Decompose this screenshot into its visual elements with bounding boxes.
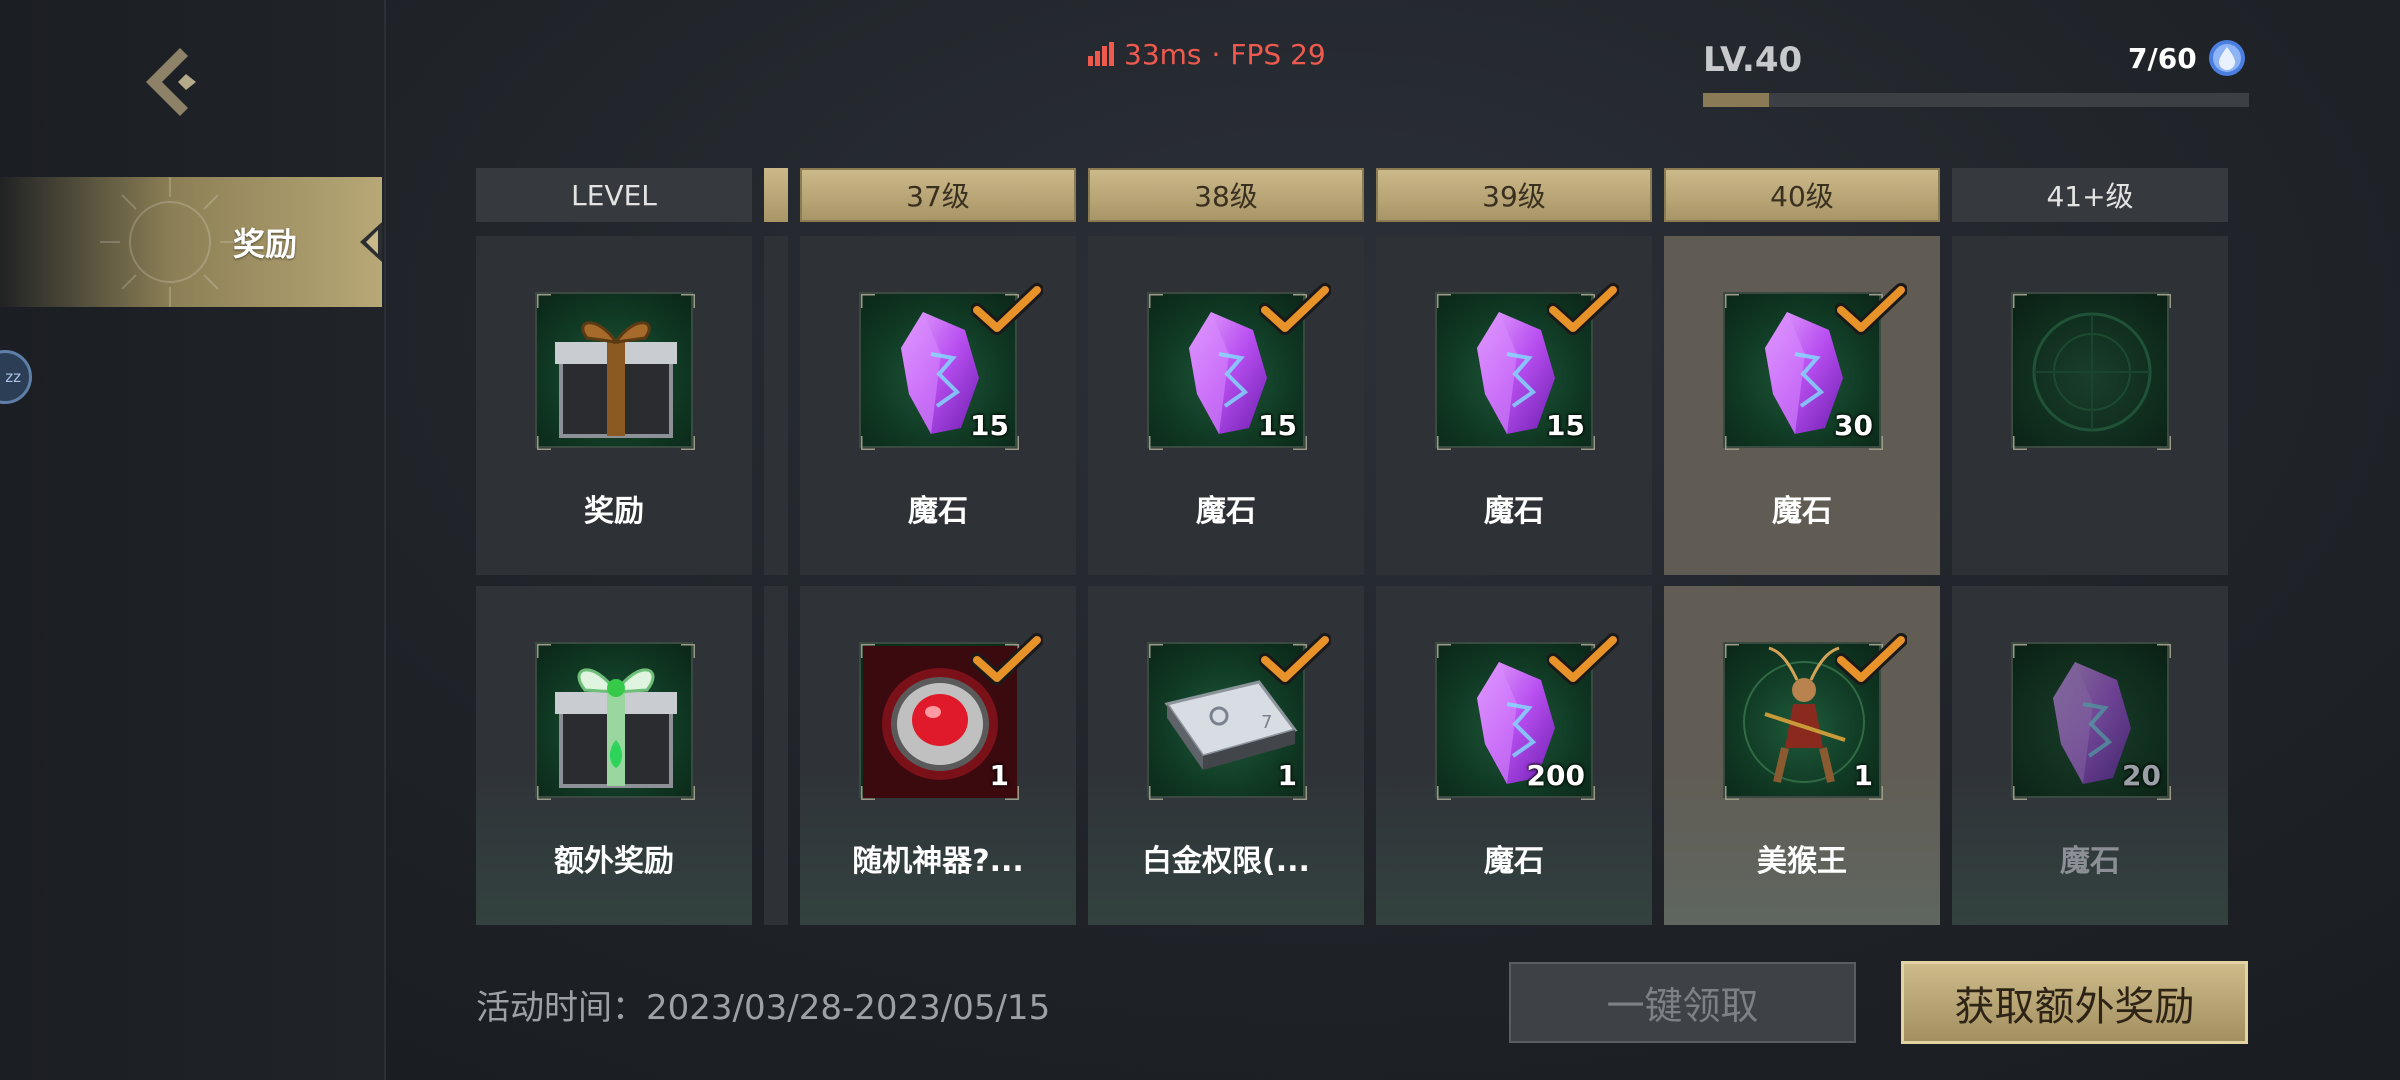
fps-text: FPS 29: [1230, 37, 1326, 71]
item-quantity: 200: [1526, 759, 1585, 792]
reward-icon-frame: 15: [1147, 283, 1331, 450]
reward-cell[interactable]: 20 魔石: [1952, 586, 2228, 925]
xp-progress-fill: [1703, 93, 1769, 107]
row-icon-frame: [535, 292, 695, 450]
header-separator: [764, 168, 788, 222]
player-level: LV.40: [1703, 40, 1803, 80]
claimed-check-icon: [971, 632, 1043, 688]
item-quantity: 15: [1258, 409, 1297, 442]
reward-cell[interactable]: 1 随机神器?...: [800, 586, 1076, 925]
back-button[interactable]: [140, 44, 220, 120]
reward-icon-frame: 15: [859, 283, 1043, 450]
item-quantity: 20: [2122, 759, 2161, 792]
item-name: 随机神器?...: [852, 844, 1024, 879]
ping-text: 33ms: [1124, 37, 1202, 71]
item-quantity: 15: [970, 409, 1009, 442]
column-header-level-5: 41+级: [1952, 168, 2228, 222]
blue-drop-icon: [2208, 40, 2245, 76]
row-label-cell: 额外奖励: [476, 586, 752, 925]
item-name: 魔石: [1772, 494, 1832, 529]
get-extra-rewards-button[interactable]: 获取额外奖励: [1901, 961, 2248, 1044]
reward-cell[interactable]: [1952, 236, 2228, 575]
item-quantity: 1: [1853, 759, 1873, 792]
reward-icon-frame: 1: [859, 633, 1043, 800]
row-separator: [764, 586, 788, 925]
back-arrow-icon: [146, 48, 196, 116]
reward-icon-frame: 200: [1435, 633, 1619, 800]
item-name: 魔石: [2060, 844, 2120, 879]
reward-icon-frame: 1: [1723, 633, 1907, 800]
signal-bars-icon: [1088, 42, 1114, 66]
claimed-check-icon: [1835, 282, 1907, 338]
reward-cell[interactable]: 1 美猴王: [1664, 586, 1940, 925]
reward-table: LEVEL 37级 38级 39级 40级 41+级 奖励 15 魔石 15 魔石 15 魔石 30 魔石额…: [476, 168, 2228, 925]
column-header-level-2: 38级: [1088, 168, 1364, 222]
column-header-level-1: 37级: [800, 168, 1076, 222]
row-label-cell: 奖励: [476, 236, 752, 575]
row-separator: [764, 236, 788, 575]
item-name: 魔石: [908, 494, 968, 529]
tab-pointer-icon: [360, 222, 382, 262]
network-status: 33ms · FPS 29: [1088, 36, 1326, 72]
floating-avatar[interactable]: zz: [0, 350, 32, 404]
gem-count: 7/60: [2128, 41, 2197, 75]
reward-icon-frame: 71: [1147, 633, 1331, 800]
claim-all-button[interactable]: 一键领取: [1509, 962, 1856, 1043]
item-name: 白金权限(...: [1142, 844, 1310, 879]
claimed-check-icon: [971, 282, 1043, 338]
reward-cell[interactable]: 15 魔石: [800, 236, 1076, 575]
reward-icon-frame: [2011, 292, 2171, 450]
item-quantity: 1: [989, 759, 1009, 792]
reward-cell[interactable]: 15 魔石: [1376, 236, 1652, 575]
row-icon-frame: [535, 642, 695, 800]
gem-counter: 7/60: [2128, 38, 2247, 78]
claimed-check-icon: [1547, 282, 1619, 338]
claimed-check-icon: [1259, 282, 1331, 338]
item-quantity: 1: [1277, 759, 1297, 792]
xp-progress-bar: [1703, 93, 2249, 107]
row-label: 额外奖励: [554, 844, 674, 879]
item-name: 美猴王: [1757, 844, 1847, 879]
avatar-text: zz: [5, 368, 21, 386]
reward-cell[interactable]: 30 魔石: [1664, 236, 1940, 575]
item-quantity: 30: [1834, 409, 1873, 442]
reward-cell[interactable]: 15 魔石: [1088, 236, 1364, 575]
reward-cell[interactable]: 200 魔石: [1376, 586, 1652, 925]
claimed-check-icon: [1835, 632, 1907, 688]
reward-icon-frame: 15: [1435, 283, 1619, 450]
reward-icon-frame: 30: [1723, 283, 1907, 450]
column-header-level-4: 40级: [1664, 168, 1940, 222]
item-name: 魔石: [1196, 494, 1256, 529]
event-time: 活动时间：2023/03/28-2023/05/15: [476, 988, 1051, 1028]
claimed-check-icon: [1259, 632, 1331, 688]
item-name: 魔石: [1484, 494, 1544, 529]
sun-rays-decoration-icon: [100, 177, 240, 307]
reward-cell[interactable]: 7 1 白金权限(...: [1088, 586, 1364, 925]
sidebar: 奖励 zz: [0, 0, 386, 1080]
net-separator: ·: [1211, 37, 1221, 71]
column-header-level-3: 39级: [1376, 168, 1652, 222]
item-quantity: 15: [1546, 409, 1585, 442]
claimed-check-icon: [1547, 632, 1619, 688]
sidebar-tab-rewards[interactable]: 奖励: [0, 177, 382, 307]
item-name: 魔石: [1484, 844, 1544, 879]
column-header-level: LEVEL: [476, 168, 752, 222]
reward-icon-frame: 20: [2011, 642, 2171, 800]
row-label: 奖励: [584, 494, 644, 529]
